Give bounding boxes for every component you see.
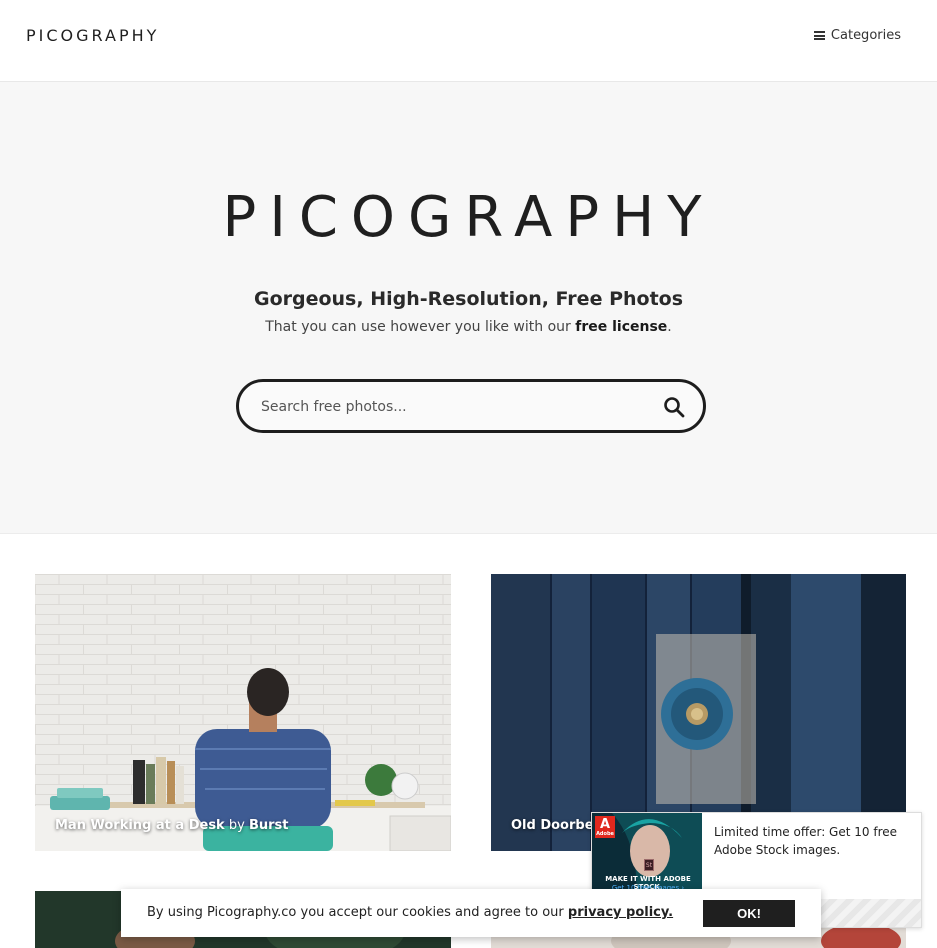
adobe-logo-icon: A Adobe bbox=[595, 816, 615, 838]
free-license-link[interactable]: free license bbox=[575, 319, 667, 335]
search-icon[interactable] bbox=[663, 396, 685, 418]
cookie-text: By using Picography.co you accept our co… bbox=[147, 905, 673, 920]
categories-label: Categories bbox=[830, 28, 901, 43]
ad-text[interactable]: Limited time offer: Get 10 free Adobe St… bbox=[714, 823, 910, 859]
cookie-ok-button[interactable]: OK! bbox=[703, 900, 795, 927]
photo-caption: Man Working at a Desk by Burst bbox=[55, 818, 288, 833]
photo-card-man-working[interactable]: Man Working at a Desk by Burst bbox=[35, 574, 451, 851]
photo-card-old-doorbell[interactable]: Old Doorbel bbox=[491, 574, 906, 851]
privacy-policy-link[interactable]: privacy policy. bbox=[568, 905, 673, 920]
subline-suffix: . bbox=[667, 319, 672, 335]
stock-st-icon: St bbox=[644, 859, 654, 871]
site-logo[interactable]: PICOGRAPHY bbox=[26, 26, 159, 45]
search-input[interactable] bbox=[261, 394, 641, 420]
photo-author[interactable]: Burst bbox=[249, 818, 289, 833]
photo-title: Man Working at a Desk bbox=[55, 818, 225, 833]
subline-prefix: That you can use however you like with o… bbox=[265, 319, 576, 335]
photo-by: by bbox=[228, 818, 245, 833]
photo-man-working-image bbox=[35, 574, 451, 851]
hero-section: PICOGRAPHY Gorgeous, High-Resolution, Fr… bbox=[0, 82, 937, 534]
photo-doorbell-image bbox=[491, 574, 906, 851]
photo-caption: Old Doorbel bbox=[511, 818, 598, 833]
cookie-consent-bar: By using Picography.co you accept our co… bbox=[121, 889, 821, 937]
top-navbar: PICOGRAPHY Categories bbox=[0, 0, 937, 82]
hero-logo: PICOGRAPHY bbox=[222, 185, 715, 250]
hero-subline: That you can use however you like with o… bbox=[0, 319, 937, 335]
photo-title: Old Doorbel bbox=[511, 818, 598, 833]
cookie-message: By using Picography.co you accept our co… bbox=[147, 905, 568, 920]
categories-menu-button[interactable]: Categories bbox=[813, 28, 901, 43]
hero-tagline: Gorgeous, High-Resolution, Free Photos bbox=[253, 288, 684, 310]
ad-stripes bbox=[821, 899, 921, 927]
search-box bbox=[236, 379, 706, 433]
hamburger-icon bbox=[813, 31, 825, 40]
